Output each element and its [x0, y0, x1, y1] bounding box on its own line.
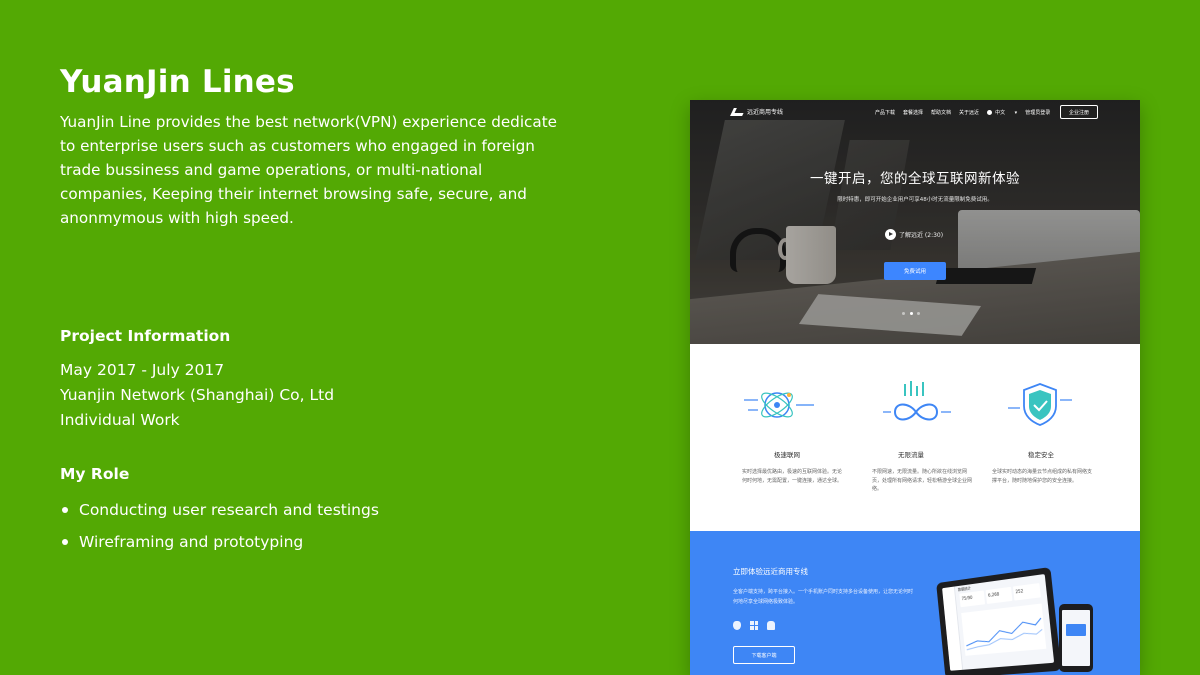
play-icon — [885, 229, 896, 240]
android-icon[interactable] — [767, 621, 775, 630]
features-section: 极速联网 实时选择最优路由，极速的互联网体验。无论何时何地，无需配置，一键连接，… — [690, 344, 1140, 531]
windows-icon[interactable] — [750, 621, 758, 630]
download-cta-section: 立即体验远近商用专线 全客户端支持，跨平台接入。一个手机账户同时支持多台设备使用… — [690, 531, 1140, 675]
download-client-button[interactable]: 下载客户端 — [733, 646, 795, 664]
role-item-label: Wireframing and prototyping — [79, 533, 304, 551]
list-item: Wireframing and prototyping — [60, 530, 379, 554]
platform-icons — [733, 621, 784, 630]
hero-overlay — [690, 100, 1140, 344]
admin-login-link[interactable]: 管理员登录 — [1025, 109, 1050, 116]
stat-card: 75/90 — [959, 590, 986, 608]
nav-item-download[interactable]: 产品下载 — [875, 109, 895, 116]
phone-illustration — [1059, 604, 1093, 672]
my-role-heading: My Role — [60, 465, 130, 483]
feature-title: 稳定安全 — [1028, 451, 1054, 459]
feature-description: 不限网速，无限流量。随心所欲在线浏览网页，处理所有网络请求，轻松畅游全球企业网络… — [872, 469, 973, 492]
shield-check-icon — [1008, 383, 1072, 426]
hero-title: 一键开启，您的全球互联网新体验 — [810, 171, 1020, 187]
globe-icon — [987, 110, 993, 115]
video-label: 了解远近 (2:30) — [899, 232, 944, 239]
site-logo[interactable]: 远近商用专线 — [730, 107, 784, 116]
project-title: YuanJin Lines — [60, 64, 295, 100]
project-dates: May 2017 - July 2017 — [60, 361, 225, 379]
project-description: YuanJin Line provides the best network(V… — [60, 113, 557, 227]
stat-card: 252 — [1012, 583, 1041, 601]
language-label: 中文 — [995, 110, 1006, 116]
logo-text: 远近商用专线 — [747, 109, 784, 116]
feature-description: 全球实时动态的海量云节点组成的私有网络支撑平台，随时随地保护您的安全连接。 — [992, 469, 1093, 484]
hero-section: 远近商用专线 产品下载 套餐选择 帮助文档 关于远近 中文 ▾ 管理员登录 企业… — [690, 100, 1140, 344]
list-item: Conducting user research and testings — [60, 498, 379, 522]
nav-item-plans[interactable]: 套餐选择 — [903, 109, 923, 116]
stat-card: 6,268 — [985, 586, 1013, 604]
feature-description: 实时选择最优路由，极速的互联网体验。无论何时何地，无需配置，一键连接，通达全球。 — [742, 469, 843, 484]
bullet-icon — [62, 507, 68, 513]
nav-links: 产品下载 套餐选择 帮助文档 关于远近 中文 ▾ 管理员登录 — [875, 109, 1058, 116]
project-info-heading: Project Information — [60, 327, 231, 345]
role-item-label: Conducting user research and testings — [79, 501, 379, 519]
carousel-dots — [902, 312, 925, 315]
dashboard-chart — [961, 603, 1047, 656]
phone-screen — [1062, 610, 1090, 666]
bullet-icon — [62, 539, 68, 545]
feature-title: 极速联网 — [774, 451, 800, 459]
nav-item-about[interactable]: 关于远近 — [959, 109, 979, 116]
carousel-dot[interactable] — [917, 312, 920, 315]
phone-card — [1066, 624, 1086, 636]
project-info: May 2017 - July 2017 Yuanjin Network (Sh… — [60, 358, 334, 433]
video-link[interactable]: 了解远近 (2:30) — [885, 229, 943, 240]
logo-icon — [730, 107, 746, 116]
website-mockup: 远近商用专线 产品下载 套餐选择 帮助文档 关于远近 中文 ▾ 管理员登录 企业… — [690, 100, 1140, 675]
register-button[interactable]: 企业注册 — [1060, 105, 1098, 119]
infinity-icon — [883, 381, 951, 421]
carousel-dot-active[interactable] — [909, 312, 913, 315]
nav-item-help[interactable]: 帮助文档 — [931, 109, 951, 116]
role-list: Conducting user research and testings Wi… — [60, 498, 379, 562]
carousel-dot[interactable] — [902, 312, 905, 315]
feature-title: 无限流量 — [898, 451, 924, 459]
apple-icon[interactable] — [733, 621, 741, 630]
laptop-illustration: 数据统计 75/90 6,268 252 — [936, 566, 1062, 675]
cta-title: 立即体验远近商用专线 — [733, 567, 808, 576]
top-nav: 远近商用专线 产品下载 套餐选择 帮助文档 关于远近 中文 ▾ 管理员登录 企业… — [690, 100, 1140, 126]
project-work-type: Individual Work — [60, 411, 180, 429]
cta-description: 全客户端支持，跨平台接入。一个手机账户同时支持多台设备使用，让您无论何时何地尽享… — [733, 589, 914, 605]
language-select[interactable]: 中文 ▾ — [987, 109, 1017, 116]
free-trial-button[interactable]: 免费试用 — [884, 262, 946, 280]
hero-subtitle: 限时特惠，即可开始企业用户可享48小时无流量限制免费试用。 — [837, 197, 993, 203]
atom-speed-icon — [744, 392, 814, 418]
laptop-screen: 数据统计 75/90 6,268 252 — [942, 574, 1055, 671]
project-company: Yuanjin Network (Shanghai) Co, Ltd — [60, 386, 335, 404]
project-summary: YuanJin Lines YuanJin Line provides the … — [60, 62, 580, 230]
